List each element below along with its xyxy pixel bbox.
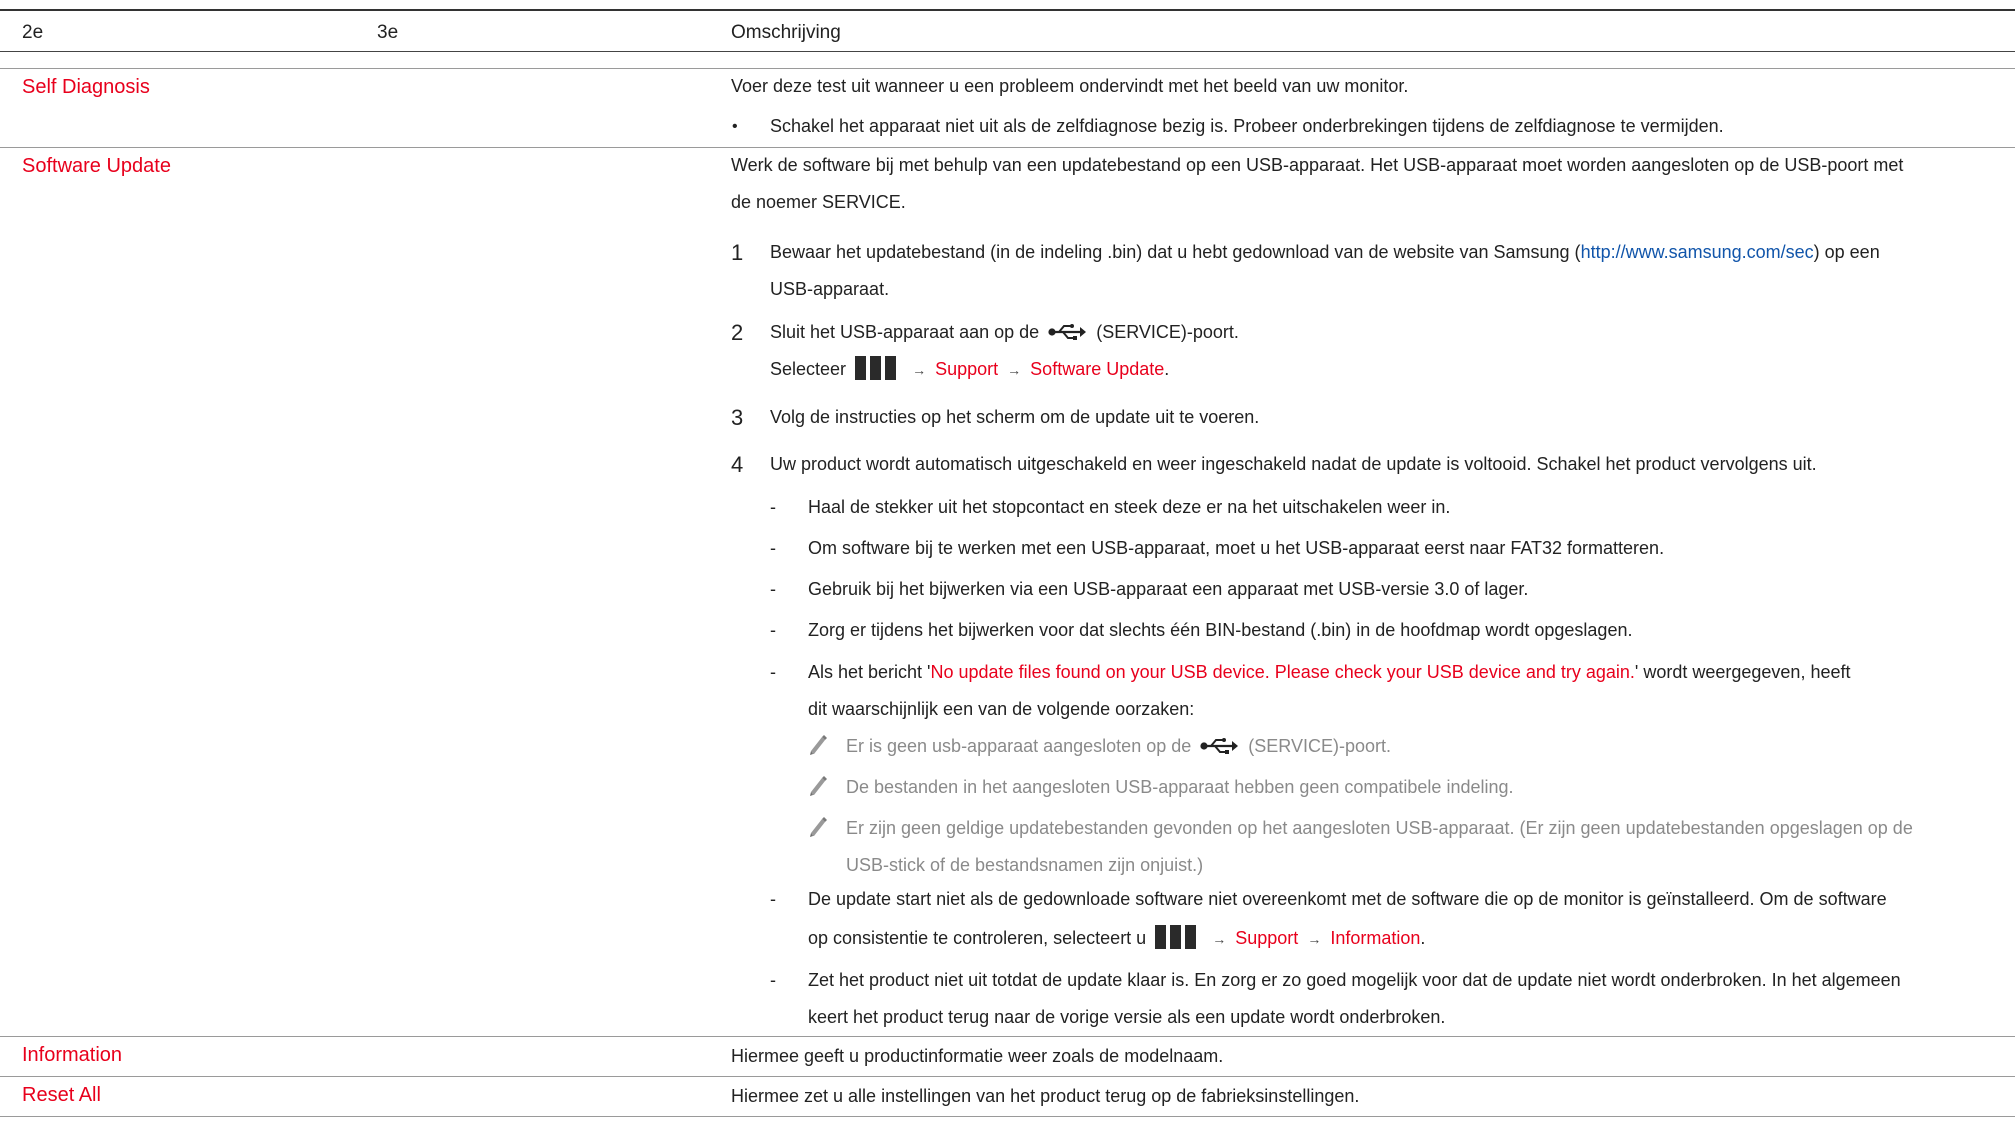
- table-top-rule: [0, 9, 2015, 11]
- note-text: De update start niet als de gedownloade …: [808, 889, 1887, 909]
- note-text-select-line: op consistentie te controleren, selectee…: [808, 920, 1425, 958]
- step2-select-line: Selecteer → Support → Software Update.: [770, 351, 1169, 389]
- menu-support: Support: [1235, 928, 1299, 948]
- step2-text-b: (SERVICE)-poort.: [1096, 322, 1239, 342]
- cause-text: Er is geen usb-apparaat aangesloten op d…: [846, 728, 1391, 765]
- samsung-website-link[interactable]: http://www.samsung.com/sec: [1581, 242, 1814, 262]
- row-label-software-update: Software Update: [22, 155, 171, 177]
- period: .: [1164, 359, 1170, 379]
- header-rule: [0, 51, 2015, 52]
- step-number: 2: [731, 320, 744, 345]
- dash-marker: -: [770, 497, 776, 517]
- step1-text-a: Bewaar het updatebestand (in de indeling…: [770, 242, 1581, 262]
- arrow-glyph: →: [1212, 931, 1227, 947]
- dash-marker: -: [770, 889, 776, 909]
- note-text: Zet het product niet uit totdat de updat…: [808, 970, 1901, 990]
- dash-marker: -: [770, 620, 776, 640]
- dash-marker: -: [770, 538, 776, 558]
- column-header-3e: 3e: [377, 22, 399, 43]
- pencil-note-icon: [810, 735, 827, 755]
- pencil-note-icon: [810, 776, 827, 796]
- dash-marker: -: [770, 970, 776, 990]
- note-text: Gebruik bij het bijwerken via een USB-ap…: [808, 579, 1529, 599]
- arrow-glyph: →: [912, 362, 927, 378]
- menu-icon: [1155, 925, 1199, 949]
- dash-marker: -: [770, 662, 776, 682]
- step3-text: Volg de instructies op het scherm om de …: [770, 407, 1260, 427]
- cause1-text-a: Er is geen usb-apparaat aangesloten op d…: [846, 736, 1192, 756]
- note-text-a: Als het bericht ': [808, 662, 931, 682]
- menu-information: Information: [1330, 928, 1421, 948]
- arrow-glyph: →: [1307, 931, 1322, 947]
- cause-text: De bestanden in het aangesloten USB-appa…: [846, 777, 1514, 797]
- step2-text: Sluit het USB-apparaat aan op de (SERVIC…: [770, 314, 1239, 351]
- note6-text-b: op consistentie te controleren, selectee…: [808, 928, 1147, 948]
- note-text-error-message: Als het bericht 'No update files found o…: [808, 654, 1850, 691]
- note-text: keert het product terug naar de vorige v…: [808, 1007, 1446, 1027]
- row-separator: [0, 1076, 2015, 1077]
- dash-marker: -: [770, 579, 776, 599]
- step-number: 1: [731, 240, 744, 265]
- bullet-marker: •: [732, 118, 738, 135]
- usb-icon: [1048, 324, 1087, 340]
- select-prefix: Selecteer: [770, 359, 847, 379]
- cause-text: USB-stick of de bestandsnamen zijn onjui…: [846, 855, 1204, 875]
- step1-text-b: ) op een: [1813, 242, 1880, 262]
- cause1-text-b: (SERVICE)-poort.: [1248, 736, 1392, 756]
- cause-text: Er zijn geen geldige updatebestanden gev…: [846, 818, 1913, 838]
- step-number: 4: [731, 452, 744, 477]
- self-diagnosis-bullet-text: Schakel het apparaat niet uit als de zel…: [770, 116, 1724, 136]
- step1-text-c: USB-apparaat.: [770, 279, 890, 299]
- self-diagnosis-description: Voer deze test uit wanneer u een problee…: [731, 76, 1409, 96]
- row-label-information: Information: [22, 1044, 123, 1066]
- step4-text: Uw product wordt automatisch uitgeschake…: [770, 454, 1817, 474]
- software-update-description-line1: Werk de software bij met behulp van een …: [731, 155, 1904, 175]
- row-separator: [0, 1116, 2015, 1117]
- usb-icon: [1200, 738, 1239, 754]
- arrow-glyph: →: [1007, 362, 1022, 378]
- note-text: Om software bij te werken met een USB-ap…: [808, 538, 1665, 558]
- note-text: Haal de stekker uit het stopcontact en s…: [808, 497, 1451, 517]
- menu-support: Support: [935, 359, 999, 379]
- pencil-note-icon: [810, 817, 827, 837]
- row-label-reset-all: Reset All: [22, 1084, 101, 1106]
- note-text: Zorg er tijdens het bijwerken voor dat s…: [808, 620, 1633, 640]
- period: .: [1420, 928, 1426, 948]
- menu-icon: [855, 356, 899, 380]
- note-text-b: ' wordt weergegeven, heeft: [1634, 662, 1851, 682]
- step-number: 3: [731, 405, 744, 430]
- column-header-2e: 2e: [22, 22, 44, 43]
- software-update-description-line2: de noemer SERVICE.: [731, 192, 906, 212]
- column-header-description: Omschrijving: [731, 22, 841, 43]
- step1-text: Bewaar het updatebestand (in de indeling…: [770, 234, 1880, 271]
- menu-software-update: Software Update: [1030, 359, 1165, 379]
- reset-all-description: Hiermee zet u alle instellingen van het …: [731, 1086, 1360, 1106]
- note-text: dit waarschijnlijk een van de volgende o…: [808, 699, 1195, 719]
- row-separator: [0, 1036, 2015, 1037]
- settings-table-page: 2e 3e Omschrijving Self Diagnosis Voer d…: [0, 0, 2015, 1124]
- row-label-self-diagnosis: Self Diagnosis: [22, 76, 150, 98]
- information-description: Hiermee geeft u productinformatie weer z…: [731, 1046, 1224, 1066]
- step2-text-a: Sluit het USB-apparaat aan op de: [770, 322, 1040, 342]
- error-message-text: No update files found on your USB device…: [930, 662, 1635, 682]
